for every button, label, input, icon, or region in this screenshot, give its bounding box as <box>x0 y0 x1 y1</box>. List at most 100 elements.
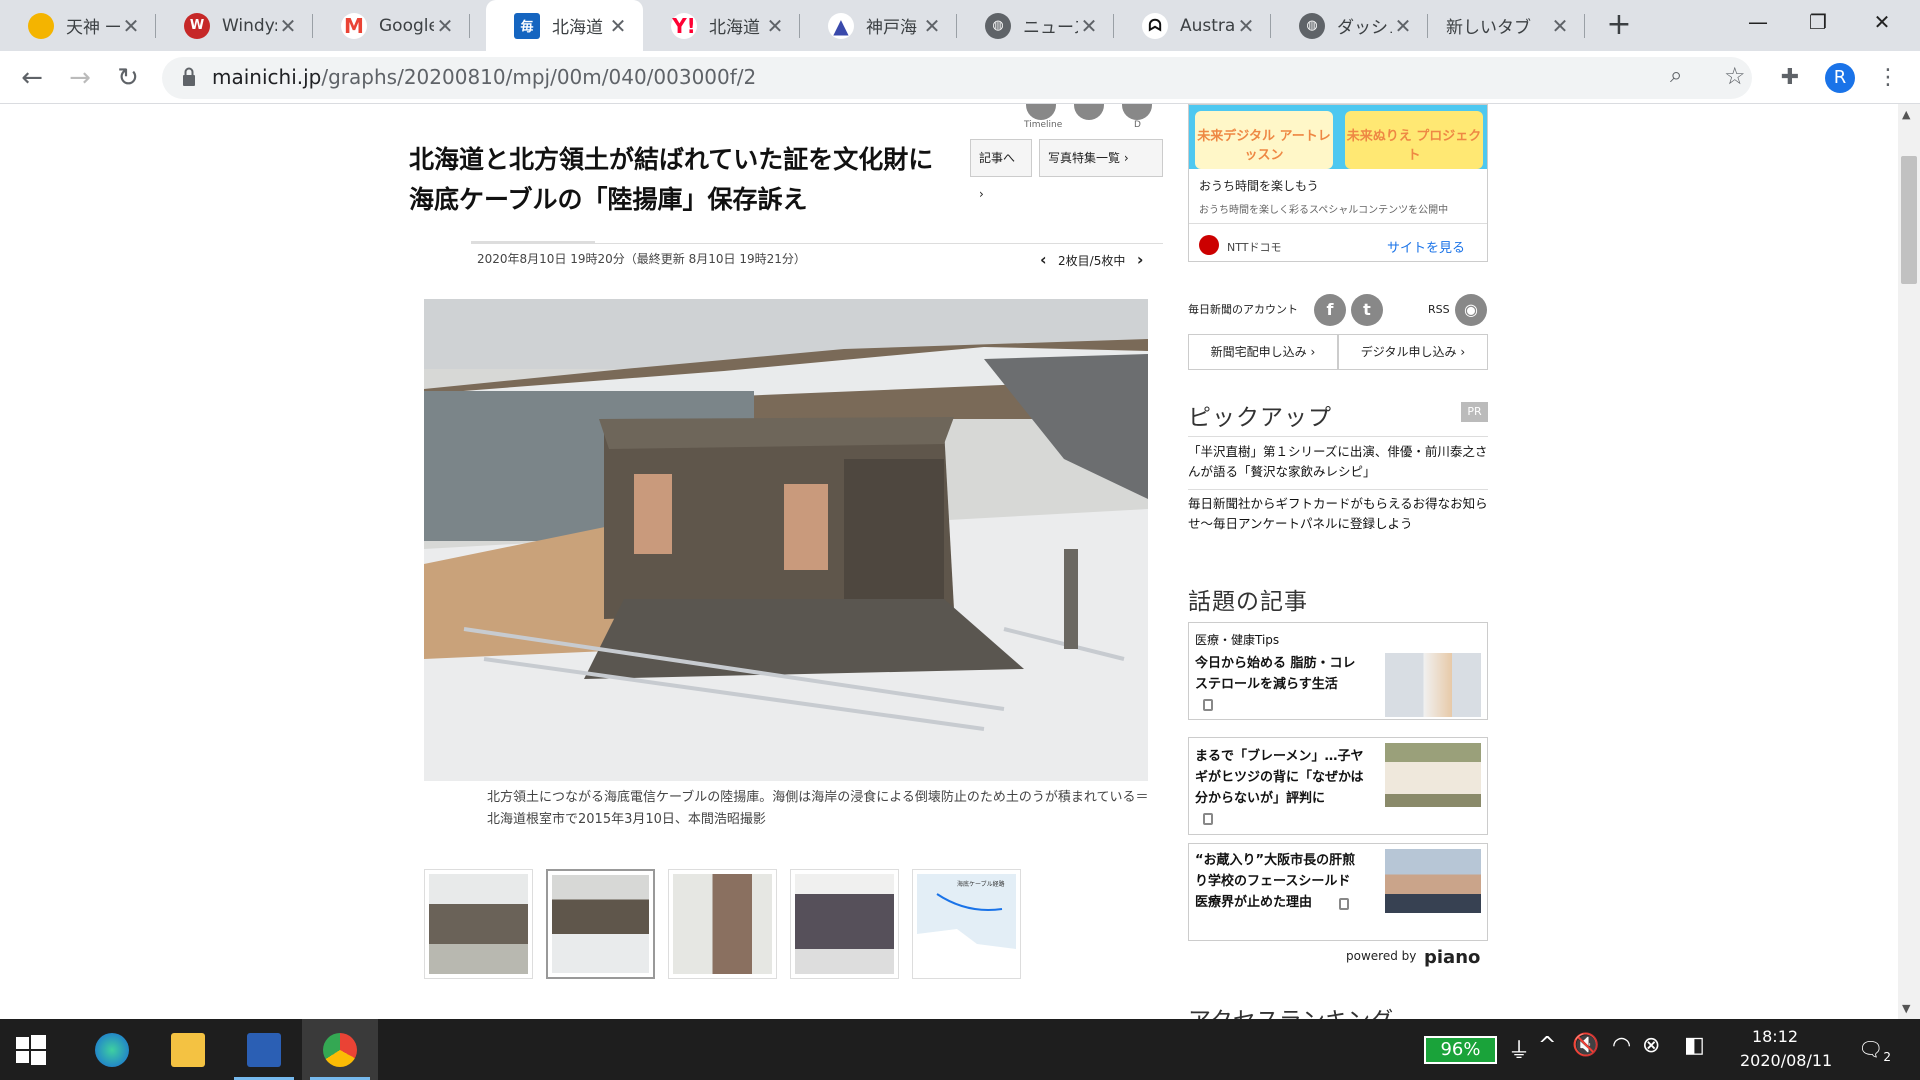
twitter-icon[interactable]: t <box>1351 294 1383 326</box>
pager-text: 2枚目/5枚中 <box>1058 254 1126 268</box>
tab-kobe[interactable]: ▲ 神戸海 ✕ <box>800 0 957 51</box>
close-icon[interactable]: ✕ <box>277 14 299 38</box>
topic-card-1[interactable]: 医療・健康Tips 今日から始める 脂肪・コレステロールを減らす生活 <box>1188 622 1488 720</box>
address-bar[interactable]: mainichi.jp/graphs/20200810/mpj/00m/040/… <box>162 57 1752 99</box>
back-icon[interactable]: ← <box>14 61 50 95</box>
page-scrollbar[interactable]: ▲ ▼ <box>1898 104 1920 1019</box>
ranking-title: アクセスランキング <box>1188 1001 1393 1019</box>
close-circle-icon[interactable]: ⊗ <box>1642 1033 1660 1058</box>
scroll-up-icon[interactable]: ▲ <box>1902 108 1910 121</box>
close-icon[interactable]: ✕ <box>1392 14 1414 38</box>
tab-tenjin[interactable]: 天神 一 ✕ <box>0 0 156 51</box>
close-icon[interactable]: ✕ <box>764 14 786 38</box>
thumbnail-4[interactable] <box>790 869 899 979</box>
pr-badge: PR <box>1461 402 1488 422</box>
explorer-taskbar-button[interactable] <box>150 1019 226 1080</box>
system-clock[interactable]: 18:12 2020/08/11 <box>1740 1025 1832 1073</box>
tab-new[interactable]: 新しいタブ ✕ <box>1428 0 1585 51</box>
windows-start-icon[interactable] <box>14 1033 48 1067</box>
browser-toolbar: ← → ↻ mainichi.jp/graphs/20200810/mpj/00… <box>0 51 1920 104</box>
notification-center-button[interactable]: 🗨2 <box>1858 1037 1891 1064</box>
scroll-thumb[interactable] <box>1901 156 1917 284</box>
close-icon[interactable]: ✕ <box>921 14 943 38</box>
close-icon[interactable]: ✕ <box>120 14 142 38</box>
lock-icon <box>1203 813 1213 825</box>
pickup-title: ピックアップ <box>1188 405 1332 431</box>
lock-icon <box>183 67 195 86</box>
share-icon[interactable] <box>1122 104 1152 120</box>
chevron-up-icon[interactable]: ^ <box>1538 1033 1556 1058</box>
share-icon[interactable] <box>1026 104 1056 120</box>
close-icon[interactable]: ✕ <box>1235 14 1257 38</box>
wifi-icon[interactable]: ◠ <box>1612 1033 1631 1058</box>
map-thumb-label: 海底ケーブル経路 <box>957 880 1005 888</box>
pickup-item-2[interactable]: 毎日新聞社からギフトカードがもらえるお得なお知らせ～毎日アンケートパネルに登録し… <box>1188 494 1488 534</box>
windy-icon: W <box>184 12 210 39</box>
rss-icon[interactable]: ◉ <box>1455 294 1487 326</box>
scroll-down-icon[interactable]: ▼ <box>1902 1002 1910 1015</box>
edge-taskbar-button[interactable] <box>74 1019 150 1080</box>
word-taskbar-button[interactable] <box>226 1019 302 1080</box>
close-window-button[interactable]: ✕ <box>1854 0 1910 44</box>
close-icon[interactable]: ✕ <box>607 14 629 38</box>
tab-hokkaido-yahoo[interactable]: Y! 北海道 ✕ <box>643 0 800 51</box>
timeline-label: Timeline <box>1024 120 1063 130</box>
browser-window: 天神 一 ✕ W Windy: ✕ M Google ✕ 毎 北海道 ✕ Y! … <box>0 0 1920 1080</box>
menu-icon[interactable]: ⋮ <box>1870 61 1906 95</box>
tab-title: ダッシュ <box>1337 18 1392 38</box>
folder-icon <box>171 1033 205 1067</box>
thumbnail-1[interactable] <box>424 869 533 979</box>
tab-windy[interactable]: W Windy: ✕ <box>156 0 313 51</box>
tab-abc[interactable]: ᗣ Australi ✕ <box>1114 0 1271 51</box>
forward-icon[interactable]: → <box>62 61 98 95</box>
tab-news[interactable]: ◍ ニュース ✕ <box>957 0 1114 51</box>
topic-thumbnail <box>1385 849 1481 913</box>
map-thumbnail: 海底ケーブル経路 <box>917 880 1016 974</box>
divider <box>471 243 1163 244</box>
topic-card-3[interactable]: “お蔵入り”大阪市長の肝煎り学校のフェースシールド 医療界が止めた理由 <box>1188 843 1488 941</box>
tab-hokkaido-mainichi[interactable]: 毎 北海道 ✕ <box>486 0 643 51</box>
thumbnail-2[interactable] <box>546 869 655 979</box>
prev-arrow-icon[interactable]: ‹ <box>1040 250 1047 269</box>
tab-title: 神戸海 <box>866 18 917 38</box>
topic-headline: 今日から始める 脂肪・コレステロールを減らす生活 <box>1195 656 1356 692</box>
new-tab-button[interactable]: + <box>1598 8 1640 44</box>
facebook-icon[interactable]: f <box>1314 294 1346 326</box>
article-title: 北海道と北方領土が結ばれていた証を文化財に 海底ケーブルの「陸揚庫」保存訴え <box>409 145 959 214</box>
thumbnail-3[interactable] <box>668 869 777 979</box>
tab-dashboard[interactable]: ◍ ダッシュ ✕ <box>1271 0 1428 51</box>
share-icon[interactable] <box>1074 104 1104 120</box>
pickup-item-1[interactable]: 「半沢直樹」第１シリーズに出演、俳優・前川泰之さんが語る「贅沢な家飲みレシピ」 <box>1188 442 1488 482</box>
minimize-button[interactable]: — <box>1730 0 1786 44</box>
main-photo[interactable] <box>424 299 1148 781</box>
thumbnail-5-map[interactable]: 海底ケーブル経路 <box>912 869 1021 979</box>
article-link-button[interactable]: 記事へ › <box>970 139 1032 201</box>
close-icon[interactable]: ✕ <box>1549 14 1571 38</box>
close-icon[interactable]: ✕ <box>434 14 456 38</box>
reload-icon[interactable]: ↻ <box>110 61 146 95</box>
article-link-label: 記事へ <box>979 151 1016 165</box>
battery-indicator[interactable]: 96% <box>1424 1036 1497 1064</box>
ad-cta-link[interactable]: サイトを見る <box>1387 237 1465 256</box>
app-tray-icon[interactable]: ◧ <box>1684 1033 1705 1058</box>
extensions-icon[interactable]: ✚ <box>1772 61 1808 95</box>
speaker-muted-icon[interactable]: 🔇 <box>1572 1033 1599 1058</box>
bookmark-star-icon[interactable]: ☆ <box>1724 62 1746 90</box>
ad-banner[interactable]: 未来デジタル アートレッスン 未来ぬりえ プロジェクト おうち時間を楽しもう お… <box>1188 104 1488 262</box>
lock-icon <box>1339 898 1349 910</box>
profile-avatar[interactable]: R <box>1825 63 1855 93</box>
chrome-taskbar-button[interactable] <box>302 1019 378 1080</box>
zoom-icon[interactable]: ⌕ <box>1670 63 1682 88</box>
delivery-signup-button[interactable]: 新聞宅配申し込み › <box>1188 334 1338 370</box>
restore-button[interactable]: ❐ <box>1790 0 1846 44</box>
yahoo-icon: Y! <box>671 12 697 39</box>
photo-gallery-button[interactable]: 写真特集一覧 › <box>1039 139 1163 177</box>
close-icon[interactable]: ✕ <box>1078 14 1100 38</box>
topic-card-2[interactable]: まるで「ブレーメン」…子ヤギがヒツジの背に「なぜかは分からないが」評判に <box>1188 737 1488 835</box>
globe-icon: ◍ <box>1299 12 1325 39</box>
account-label: 毎日新聞のアカウント <box>1188 303 1298 316</box>
power-plug-icon[interactable]: ⏚ <box>1508 1033 1530 1065</box>
next-arrow-icon[interactable]: › <box>1137 250 1144 269</box>
digital-signup-button[interactable]: デジタル申し込み › <box>1338 334 1488 370</box>
tab-gmail[interactable]: M Google ✕ <box>313 0 470 51</box>
